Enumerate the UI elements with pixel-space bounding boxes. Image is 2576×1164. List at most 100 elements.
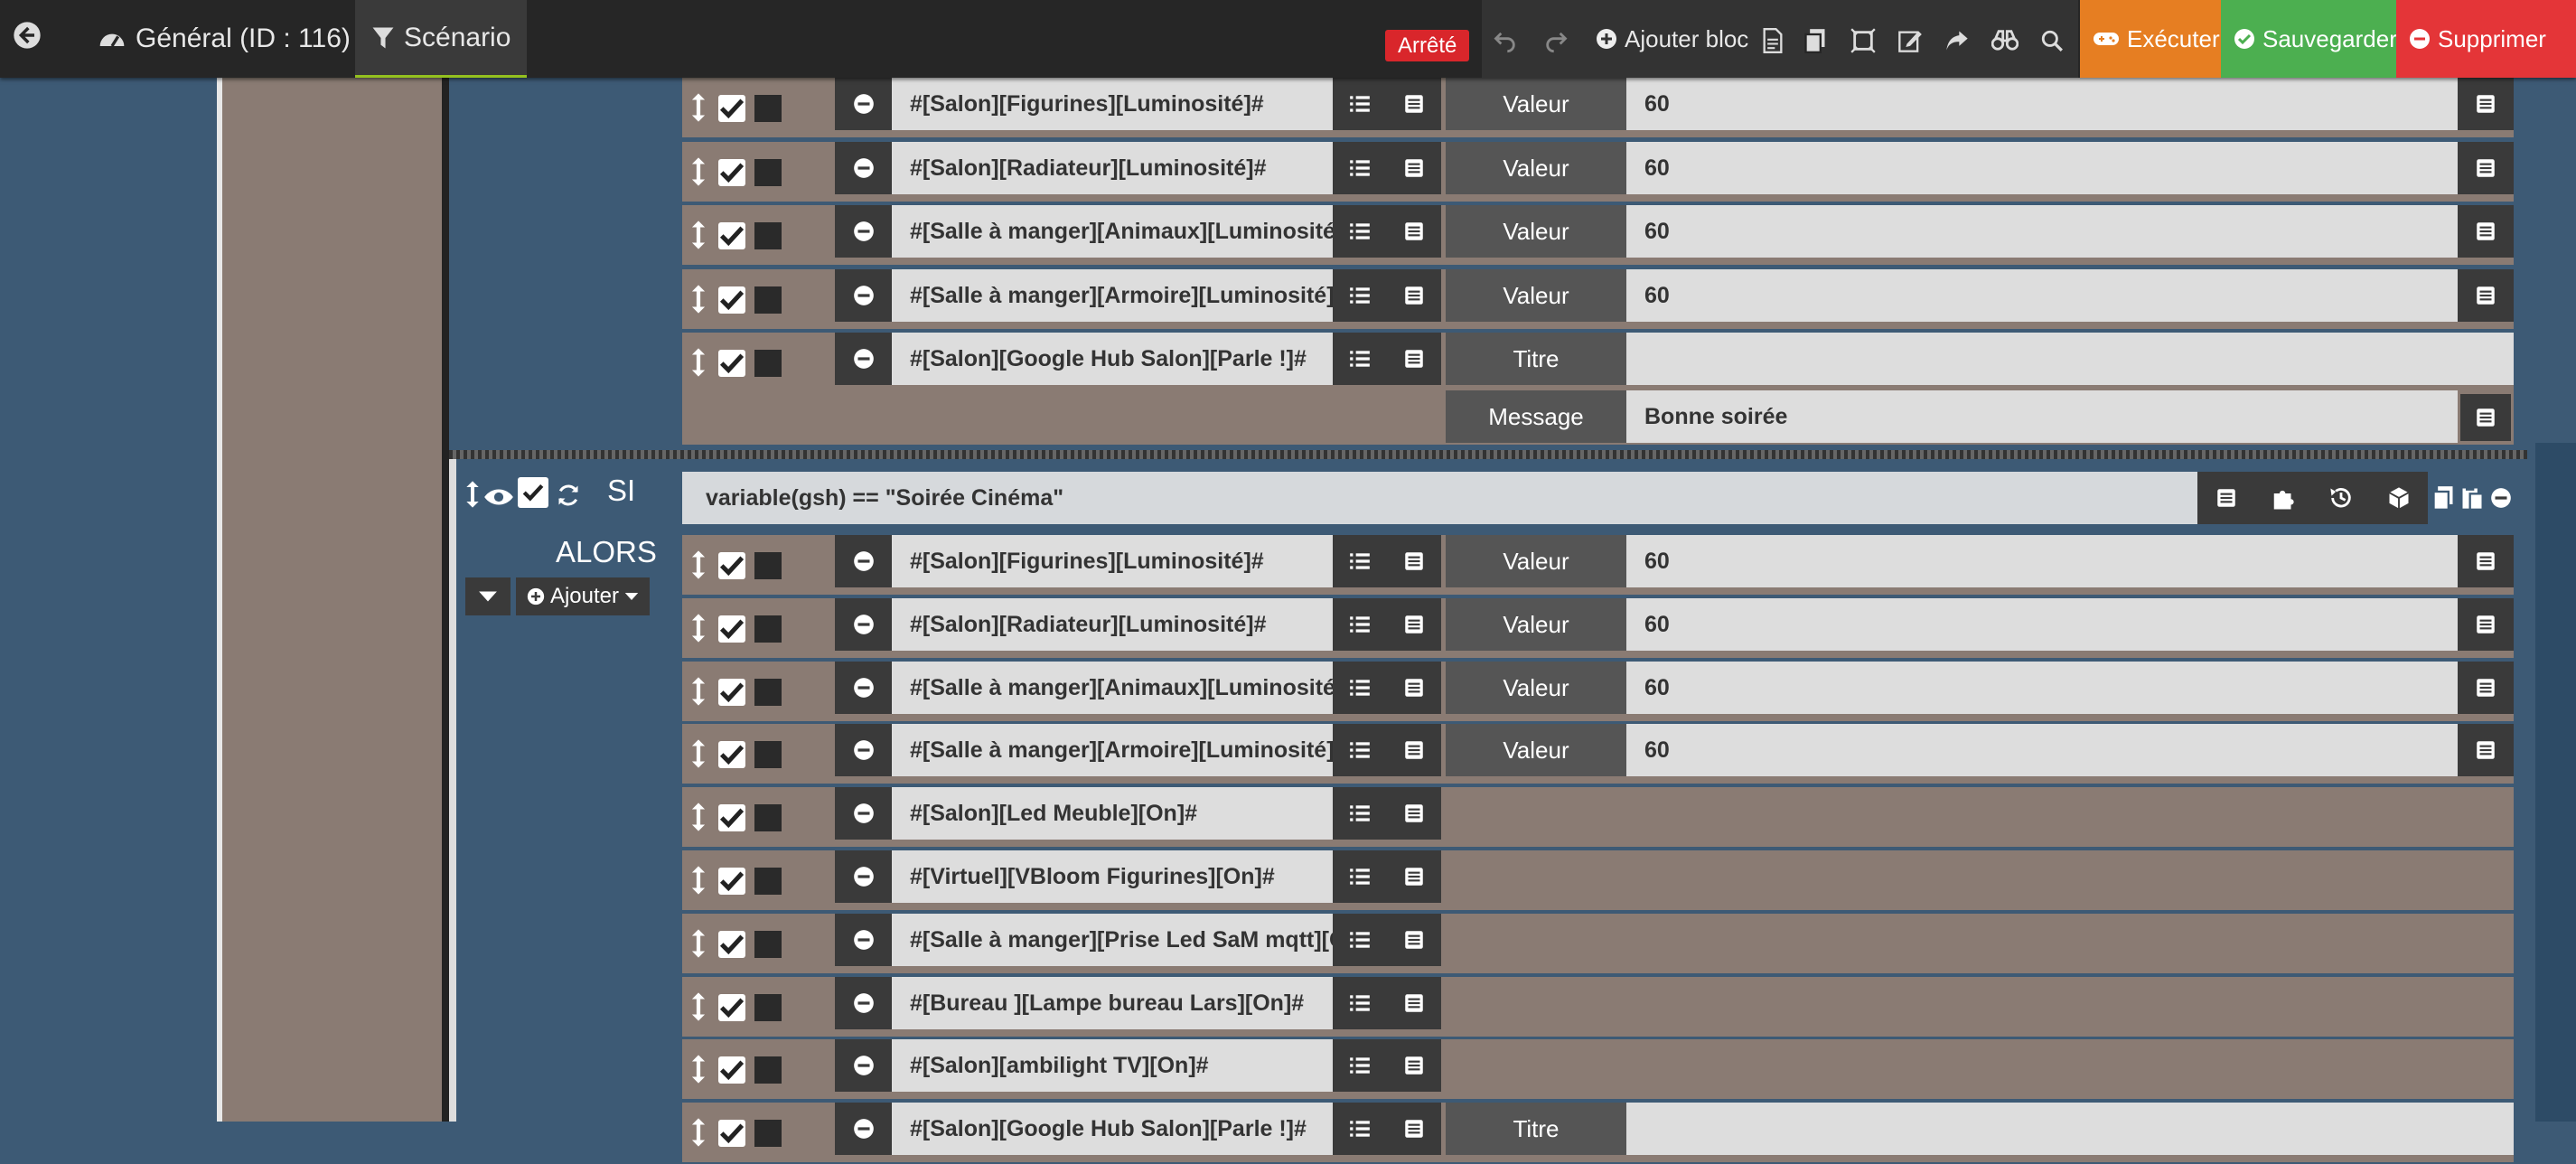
command-field[interactable]: #[Salon][Google Hub Salon][Parle !]# (892, 1103, 1333, 1156)
variables-button[interactable] (1991, 27, 2019, 54)
parallel-checkbox[interactable] (754, 993, 782, 1021)
enable-checkbox[interactable] (718, 868, 745, 895)
command-options-button[interactable] (1387, 141, 1441, 194)
drag-handle-icon[interactable] (689, 1054, 707, 1084)
option-value-button[interactable] (2458, 78, 2514, 130)
command-options-button[interactable] (1387, 535, 1441, 587)
command-field[interactable]: #[Salle à manger][Armoire][Luminosité]# (892, 724, 1333, 777)
remove-action-button[interactable] (835, 787, 892, 840)
drag-handle-icon[interactable] (689, 738, 707, 769)
command-field[interactable]: #[Bureau ][Lampe bureau Lars][On]# (892, 976, 1333, 1029)
log-button[interactable] (1762, 27, 1789, 54)
select-command-button[interactable] (1333, 850, 1387, 903)
command-field[interactable]: #[Salle à manger][Animaux][Luminosité]# (892, 661, 1333, 714)
option-value-field[interactable]: 60 (1626, 535, 2458, 587)
command-options-button[interactable] (1387, 913, 1441, 966)
option-value-button[interactable] (2458, 141, 2514, 194)
command-field[interactable]: #[Salle à manger][Animaux][Luminosité]# (892, 205, 1333, 258)
drag-handle-icon[interactable] (689, 613, 707, 643)
command-field[interactable]: #[Salon][Google Hub Salon][Parle !]# (892, 333, 1333, 385)
command-options-button[interactable] (1387, 787, 1441, 840)
remove-action-button[interactable] (835, 913, 892, 966)
remove-action-button[interactable] (835, 268, 892, 322)
remove-action-button[interactable] (835, 976, 892, 1029)
option-value-field[interactable] (1626, 1103, 2514, 1156)
remove-action-button[interactable] (835, 205, 892, 258)
select-command-button[interactable] (1333, 205, 1387, 258)
command-field[interactable]: #[Salle à manger][Armoire][Luminosité]# (892, 268, 1333, 322)
edit-button[interactable] (1897, 27, 1925, 54)
select-command-button[interactable] (1333, 141, 1387, 194)
redo-button[interactable] (1543, 27, 1570, 54)
command-options-button[interactable] (1387, 850, 1441, 903)
select-command-button[interactable] (1333, 661, 1387, 714)
option-value-field[interactable]: 60 (1626, 78, 2458, 130)
option-value-button[interactable] (2458, 597, 2514, 651)
parallel-checkbox[interactable] (754, 1056, 782, 1084)
export-button[interactable] (1944, 27, 1972, 54)
drag-handle-icon[interactable] (689, 220, 707, 250)
option-value-button[interactable] (2458, 205, 2514, 258)
select-command-button[interactable] (1333, 597, 1387, 651)
parallel-checkbox[interactable] (754, 804, 782, 832)
option-value-field[interactable]: 60 (1626, 141, 2458, 194)
add-action-dropdown[interactable]: Ajouter (516, 577, 650, 615)
drag-handle-icon[interactable] (689, 156, 707, 187)
command-field[interactable]: #[Salon][ambilight TV][On]# (892, 1039, 1333, 1093)
toggle-visibility-button[interactable] (483, 479, 514, 515)
enable-checkbox[interactable] (718, 804, 745, 832)
delete-button[interactable]: Supprimer (2396, 0, 2576, 78)
parallel-checkbox[interactable] (754, 286, 782, 314)
enable-checkbox[interactable] (718, 1056, 745, 1084)
select-command-button[interactable] (1333, 1039, 1387, 1093)
execute-button[interactable]: Exécuter (2080, 0, 2233, 78)
command-field[interactable]: #[Salon][Radiateur][Luminosité]# (892, 141, 1333, 194)
parallel-checkbox[interactable] (754, 222, 782, 249)
option-value-button[interactable] (2458, 268, 2514, 322)
option-value-field[interactable]: 60 (1626, 597, 2458, 651)
parallel-checkbox[interactable] (754, 868, 782, 895)
enable-checkbox[interactable] (718, 993, 745, 1021)
page-scrollbar[interactable] (2535, 443, 2576, 1122)
drag-handle-icon[interactable] (689, 802, 707, 832)
duplicate-button[interactable] (1803, 27, 1831, 54)
drag-handle-icon[interactable] (689, 347, 707, 378)
command-options-button[interactable] (1387, 597, 1441, 651)
copy-icon[interactable] (2431, 485, 2455, 511)
paste-icon[interactable] (2460, 485, 2484, 511)
drag-handle-icon[interactable] (689, 676, 707, 707)
parallel-checkbox[interactable] (754, 158, 782, 186)
command-field[interactable]: #[Virtuel][VBloom Figurines][On]# (892, 850, 1333, 903)
condition-expression-button[interactable] (2197, 472, 2255, 524)
command-field[interactable]: #[Salon][Figurines][Luminosité]# (892, 78, 1333, 130)
parallel-checkbox[interactable] (754, 930, 782, 958)
parallel-checkbox[interactable] (754, 95, 782, 122)
drag-handle-icon[interactable] (689, 1117, 707, 1148)
command-options-button[interactable] (1387, 976, 1441, 1029)
parallel-checkbox[interactable] (754, 678, 782, 706)
tab-general[interactable]: Général (ID : 116) (81, 0, 367, 78)
enable-checkbox[interactable] (718, 286, 745, 314)
save-button[interactable]: Sauvegarder (2221, 0, 2410, 78)
drag-handle-icon[interactable] (689, 865, 707, 896)
option-value-field[interactable] (1626, 333, 2514, 385)
option-value-field[interactable]: 60 (1626, 724, 2458, 777)
parallel-checkbox[interactable] (754, 350, 782, 377)
select-command-button[interactable] (1333, 535, 1387, 587)
command-options-button[interactable] (1387, 724, 1441, 777)
option-value-field[interactable]: 60 (1626, 205, 2458, 258)
message-options-button[interactable] (2460, 394, 2511, 441)
condition-equipment-button[interactable] (2370, 472, 2428, 524)
drag-handle-icon[interactable] (689, 991, 707, 1022)
condition-plugin-button[interactable] (2255, 472, 2313, 524)
drag-handle-icon[interactable] (689, 549, 707, 580)
enable-checkbox[interactable] (718, 95, 745, 122)
back-button[interactable] (13, 19, 45, 52)
undo-button[interactable] (1493, 27, 1520, 54)
collapse-toggle-button[interactable] (465, 577, 511, 615)
option-value-button[interactable] (2458, 724, 2514, 777)
enable-checkbox[interactable] (718, 678, 745, 706)
drag-handle-icon[interactable] (689, 284, 707, 314)
remove-action-button[interactable] (835, 661, 892, 714)
select-command-button[interactable] (1333, 1103, 1387, 1156)
